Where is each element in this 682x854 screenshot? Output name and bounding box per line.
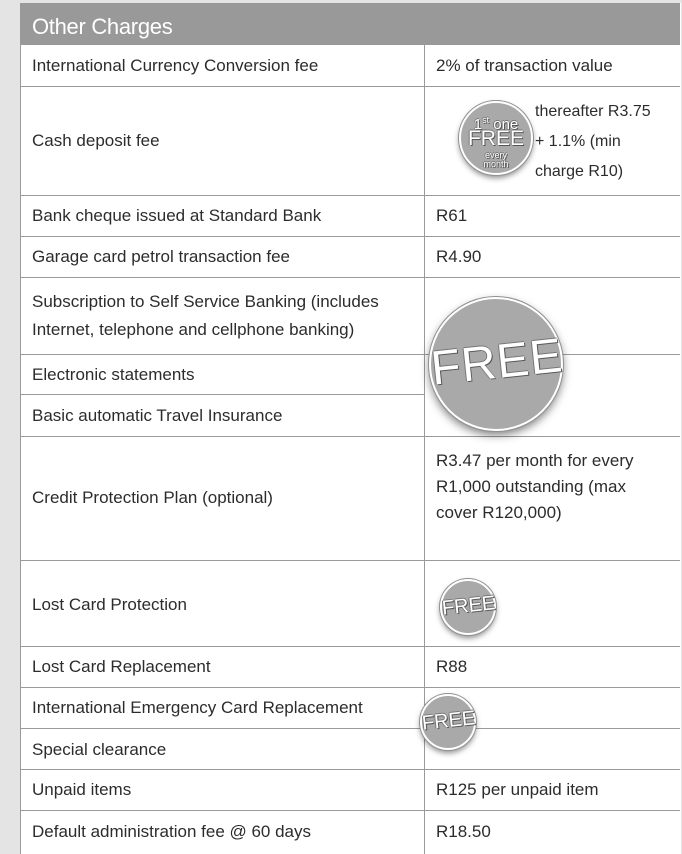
row-label: Garage card petrol transaction fee bbox=[32, 247, 290, 266]
row-value: R3.47 per month for every R1,000 outstan… bbox=[436, 448, 633, 526]
table-row: Subscription to Self Service Banking (in… bbox=[20, 278, 680, 355]
table-row: Default administration fee @ 60 days R18… bbox=[20, 811, 680, 854]
row-label: Bank cheque issued at Standard Bank bbox=[32, 206, 322, 225]
row-value: R88 bbox=[436, 657, 468, 676]
row-label: International Currency Conversion fee bbox=[32, 56, 319, 75]
badge-free: FREE bbox=[467, 127, 524, 150]
section-title: Other Charges bbox=[32, 14, 173, 39]
section-header: Other Charges bbox=[20, 3, 680, 45]
badge-free-text: FREE bbox=[428, 329, 566, 396]
row-value: 2% of transaction value bbox=[436, 56, 613, 75]
table-row: Credit Protection Plan (optional) R3.47 … bbox=[20, 437, 680, 561]
row-value: R18.50 bbox=[436, 822, 491, 841]
free-badge-small: FREE bbox=[440, 579, 496, 635]
table-row: Cash deposit fee thereafter R3.75 + 1.1%… bbox=[20, 87, 680, 196]
table-row: Bank cheque issued at Standard Bank R61 bbox=[20, 196, 680, 237]
row-label: Lost Card Replacement bbox=[32, 657, 211, 676]
table-row: Garage card petrol transaction fee R4.90 bbox=[20, 237, 680, 278]
table-row: International Currency Conversion fee 2%… bbox=[20, 45, 680, 87]
row-label: Subscription to Self Service Banking (in… bbox=[32, 292, 379, 339]
table-row: Lost Card Protection FREE bbox=[20, 561, 680, 647]
row-value: R61 bbox=[436, 206, 468, 225]
row-label: Basic automatic Travel Insurance bbox=[32, 406, 283, 425]
row-value: thereafter R3.75 + 1.1% (min charge R10) bbox=[535, 97, 651, 187]
row-label: Cash deposit fee bbox=[32, 131, 160, 150]
table-row: Lost Card Replacement R88 bbox=[20, 647, 680, 688]
row-label: Unpaid items bbox=[32, 780, 132, 799]
cash-deposit-line-1: thereafter R3.75 bbox=[535, 103, 651, 120]
row-label: Lost Card Protection bbox=[32, 595, 187, 614]
badge-month: month bbox=[483, 159, 509, 169]
free-badge-small: FREE bbox=[420, 694, 476, 750]
row-label: Special clearance bbox=[32, 740, 167, 759]
row-value: R125 per unpaid item bbox=[436, 780, 599, 799]
badge-superscript: st bbox=[482, 115, 490, 125]
credit-protection-line-1: R3.47 per month for every bbox=[436, 451, 634, 470]
row-label: International Emergency Card Replacement bbox=[32, 698, 363, 717]
row-value: R4.90 bbox=[436, 247, 482, 266]
badge-free-text: FREE bbox=[440, 592, 497, 620]
row-label: Electronic statements bbox=[32, 365, 195, 384]
credit-protection-line-3: cover R120,000) bbox=[436, 503, 562, 522]
table-row: International Emergency Card Replacement bbox=[20, 688, 680, 729]
table-row: Unpaid items R125 per unpaid item bbox=[20, 770, 680, 811]
first-one-free-badge: 1st one FREE every month bbox=[459, 101, 533, 175]
row-label: Credit Protection Plan (optional) bbox=[32, 488, 273, 507]
credit-protection-line-2: R1,000 outstanding (max bbox=[436, 477, 626, 496]
table-row: Basic automatic Travel Insurance bbox=[20, 395, 680, 437]
badge-free-text: FREE bbox=[420, 707, 477, 735]
cash-deposit-line-2: + 1.1% (min bbox=[535, 133, 621, 150]
row-label: Default administration fee @ 60 days bbox=[32, 822, 312, 841]
cash-deposit-line-3: charge R10) bbox=[535, 163, 624, 180]
free-badge-large: FREE bbox=[428, 297, 566, 431]
